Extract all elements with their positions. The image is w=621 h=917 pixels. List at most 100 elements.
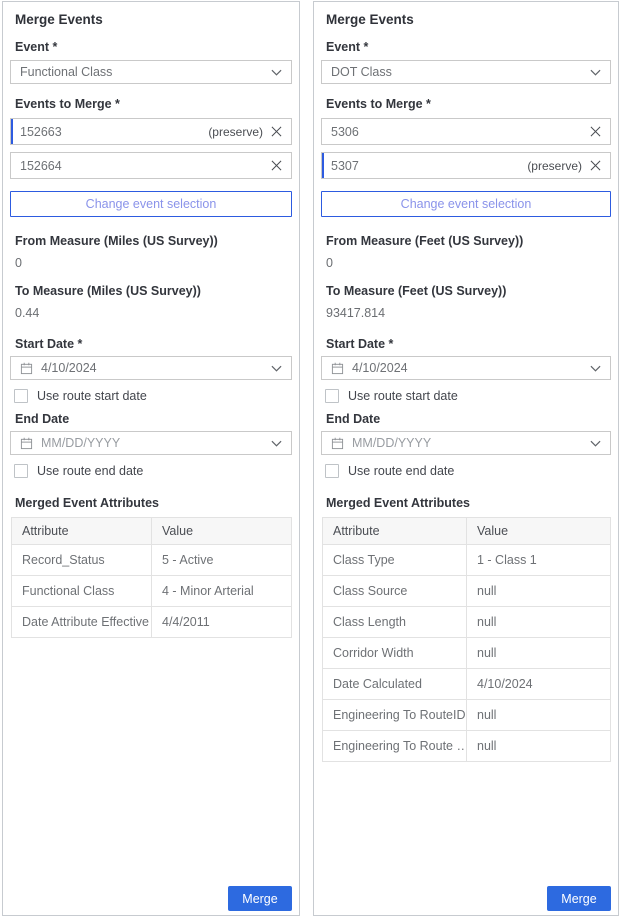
panel-title: Merge Events: [326, 12, 606, 27]
value-cell: 4/10/2024: [467, 669, 611, 700]
value-cell: null: [467, 731, 611, 762]
value-column-header: Value: [152, 518, 292, 545]
from-measure-value: 0: [15, 256, 287, 270]
table-row: Class Type 1 - Class 1: [323, 545, 611, 576]
end-date-picker[interactable]: MM/DD/YYYY: [321, 431, 611, 455]
value-cell: null: [467, 607, 611, 638]
end-date-placeholder: MM/DD/YYYY: [352, 436, 590, 450]
to-measure-value: 0.44: [15, 306, 287, 320]
end-date-label: End Date: [15, 412, 287, 426]
checkbox-label: Use route start date: [348, 389, 458, 403]
attribute-cell: Date Attribute Effective: [12, 607, 152, 638]
event-id-text: 152664: [20, 159, 263, 173]
use-route-start-date-checkbox-row[interactable]: Use route start date: [325, 389, 611, 403]
chevron-down-icon: [271, 69, 282, 76]
panel-title: Merge Events: [15, 12, 287, 27]
merged-attributes-table: Attribute Value Class Type 1 - Class 1 C…: [322, 517, 611, 762]
to-measure-label: To Measure (Feet (US Survey)): [326, 284, 606, 298]
table-row: Date Calculated 4/10/2024: [323, 669, 611, 700]
end-date-label: End Date: [326, 412, 606, 426]
table-row: Class Source null: [323, 576, 611, 607]
event-to-merge-input[interactable]: 5306: [321, 118, 611, 145]
checkbox[interactable]: [325, 464, 339, 478]
close-icon[interactable]: [271, 126, 282, 137]
chevron-down-icon: [590, 69, 601, 76]
calendar-icon: [20, 362, 33, 375]
events-to-merge-label: Events to Merge *: [15, 97, 287, 111]
to-measure-label: To Measure (Miles (US Survey)): [15, 284, 287, 298]
checkbox-label: Use route end date: [37, 464, 143, 478]
calendar-icon: [20, 437, 33, 450]
table-row: Functional Class 4 - Minor Arterial: [12, 576, 292, 607]
change-event-selection-button[interactable]: Change event selection: [321, 191, 611, 217]
value-cell: 4 - Minor Arterial: [152, 576, 292, 607]
value-cell: null: [467, 576, 611, 607]
start-date-picker[interactable]: 4/10/2024: [10, 356, 292, 380]
close-icon[interactable]: [271, 160, 282, 171]
chevron-down-icon: [590, 365, 601, 372]
value-cell: 5 - Active: [152, 545, 292, 576]
event-to-merge-input[interactable]: 152663 (preserve): [10, 118, 292, 145]
value-cell: 4/4/2011: [152, 607, 292, 638]
event-id-text: 5307: [331, 159, 527, 173]
event-to-merge-input[interactable]: 152664: [10, 152, 292, 179]
event-id-text: 5306: [331, 125, 582, 139]
event-id-text: 152663: [20, 125, 208, 139]
table-header-row: Attribute Value: [12, 518, 292, 545]
attribute-cell: Engineering To RouteID: [323, 700, 467, 731]
checkbox[interactable]: [14, 464, 28, 478]
merged-attributes-table: Attribute Value Record_Status 5 - Active…: [11, 517, 292, 638]
attribute-column-header: Attribute: [12, 518, 152, 545]
end-date-picker[interactable]: MM/DD/YYYY: [10, 431, 292, 455]
start-date-label: Start Date *: [326, 337, 606, 351]
from-measure-label: From Measure (Miles (US Survey)): [15, 234, 287, 248]
merge-button[interactable]: Merge: [547, 886, 611, 911]
attribute-cell: Class Type: [323, 545, 467, 576]
event-select[interactable]: Functional Class: [10, 60, 292, 84]
checkbox[interactable]: [325, 389, 339, 403]
use-route-start-date-checkbox-row[interactable]: Use route start date: [14, 389, 292, 403]
table-row: Engineering To RouteID null: [323, 700, 611, 731]
value-cell: null: [467, 638, 611, 669]
events-to-merge-label: Events to Merge *: [326, 97, 606, 111]
merged-event-attributes-title: Merged Event Attributes: [15, 496, 287, 510]
start-date-label: Start Date *: [15, 337, 287, 351]
to-measure-value: 93417.814: [326, 306, 606, 320]
close-icon[interactable]: [590, 126, 601, 137]
event-to-merge-input[interactable]: 5307 (preserve): [321, 152, 611, 179]
merged-event-attributes-title: Merged Event Attributes: [326, 496, 606, 510]
table-header-row: Attribute Value: [323, 518, 611, 545]
value-cell: null: [467, 700, 611, 731]
from-measure-label: From Measure (Feet (US Survey)): [326, 234, 606, 248]
checkbox-label: Use route start date: [37, 389, 147, 403]
event-select[interactable]: DOT Class: [321, 60, 611, 84]
use-route-end-date-checkbox-row[interactable]: Use route end date: [325, 464, 611, 478]
table-row: Corridor Width null: [323, 638, 611, 669]
start-date-picker[interactable]: 4/10/2024: [321, 356, 611, 380]
checkbox[interactable]: [14, 389, 28, 403]
merge-events-panel-right: Merge Events Event * DOT Class Events to…: [313, 1, 619, 916]
event-label: Event *: [15, 40, 287, 54]
attribute-cell: Corridor Width: [323, 638, 467, 669]
use-route-end-date-checkbox-row[interactable]: Use route end date: [14, 464, 292, 478]
calendar-icon: [331, 362, 344, 375]
event-select-value: DOT Class: [331, 65, 590, 79]
calendar-icon: [331, 437, 344, 450]
attribute-cell: Functional Class: [12, 576, 152, 607]
value-column-header: Value: [467, 518, 611, 545]
attribute-cell: Class Length: [323, 607, 467, 638]
preserve-tag: (preserve): [527, 159, 582, 173]
attribute-column-header: Attribute: [323, 518, 467, 545]
close-icon[interactable]: [590, 160, 601, 171]
from-measure-value: 0: [326, 256, 606, 270]
event-select-value: Functional Class: [20, 65, 271, 79]
table-row: Record_Status 5 - Active: [12, 545, 292, 576]
merge-button[interactable]: Merge: [228, 886, 292, 911]
attribute-cell: Engineering To Route …: [323, 731, 467, 762]
change-event-selection-button[interactable]: Change event selection: [10, 191, 292, 217]
table-row: Class Length null: [323, 607, 611, 638]
start-date-value: 4/10/2024: [41, 361, 271, 375]
attribute-cell: Record_Status: [12, 545, 152, 576]
value-cell: 1 - Class 1: [467, 545, 611, 576]
start-date-value: 4/10/2024: [352, 361, 590, 375]
